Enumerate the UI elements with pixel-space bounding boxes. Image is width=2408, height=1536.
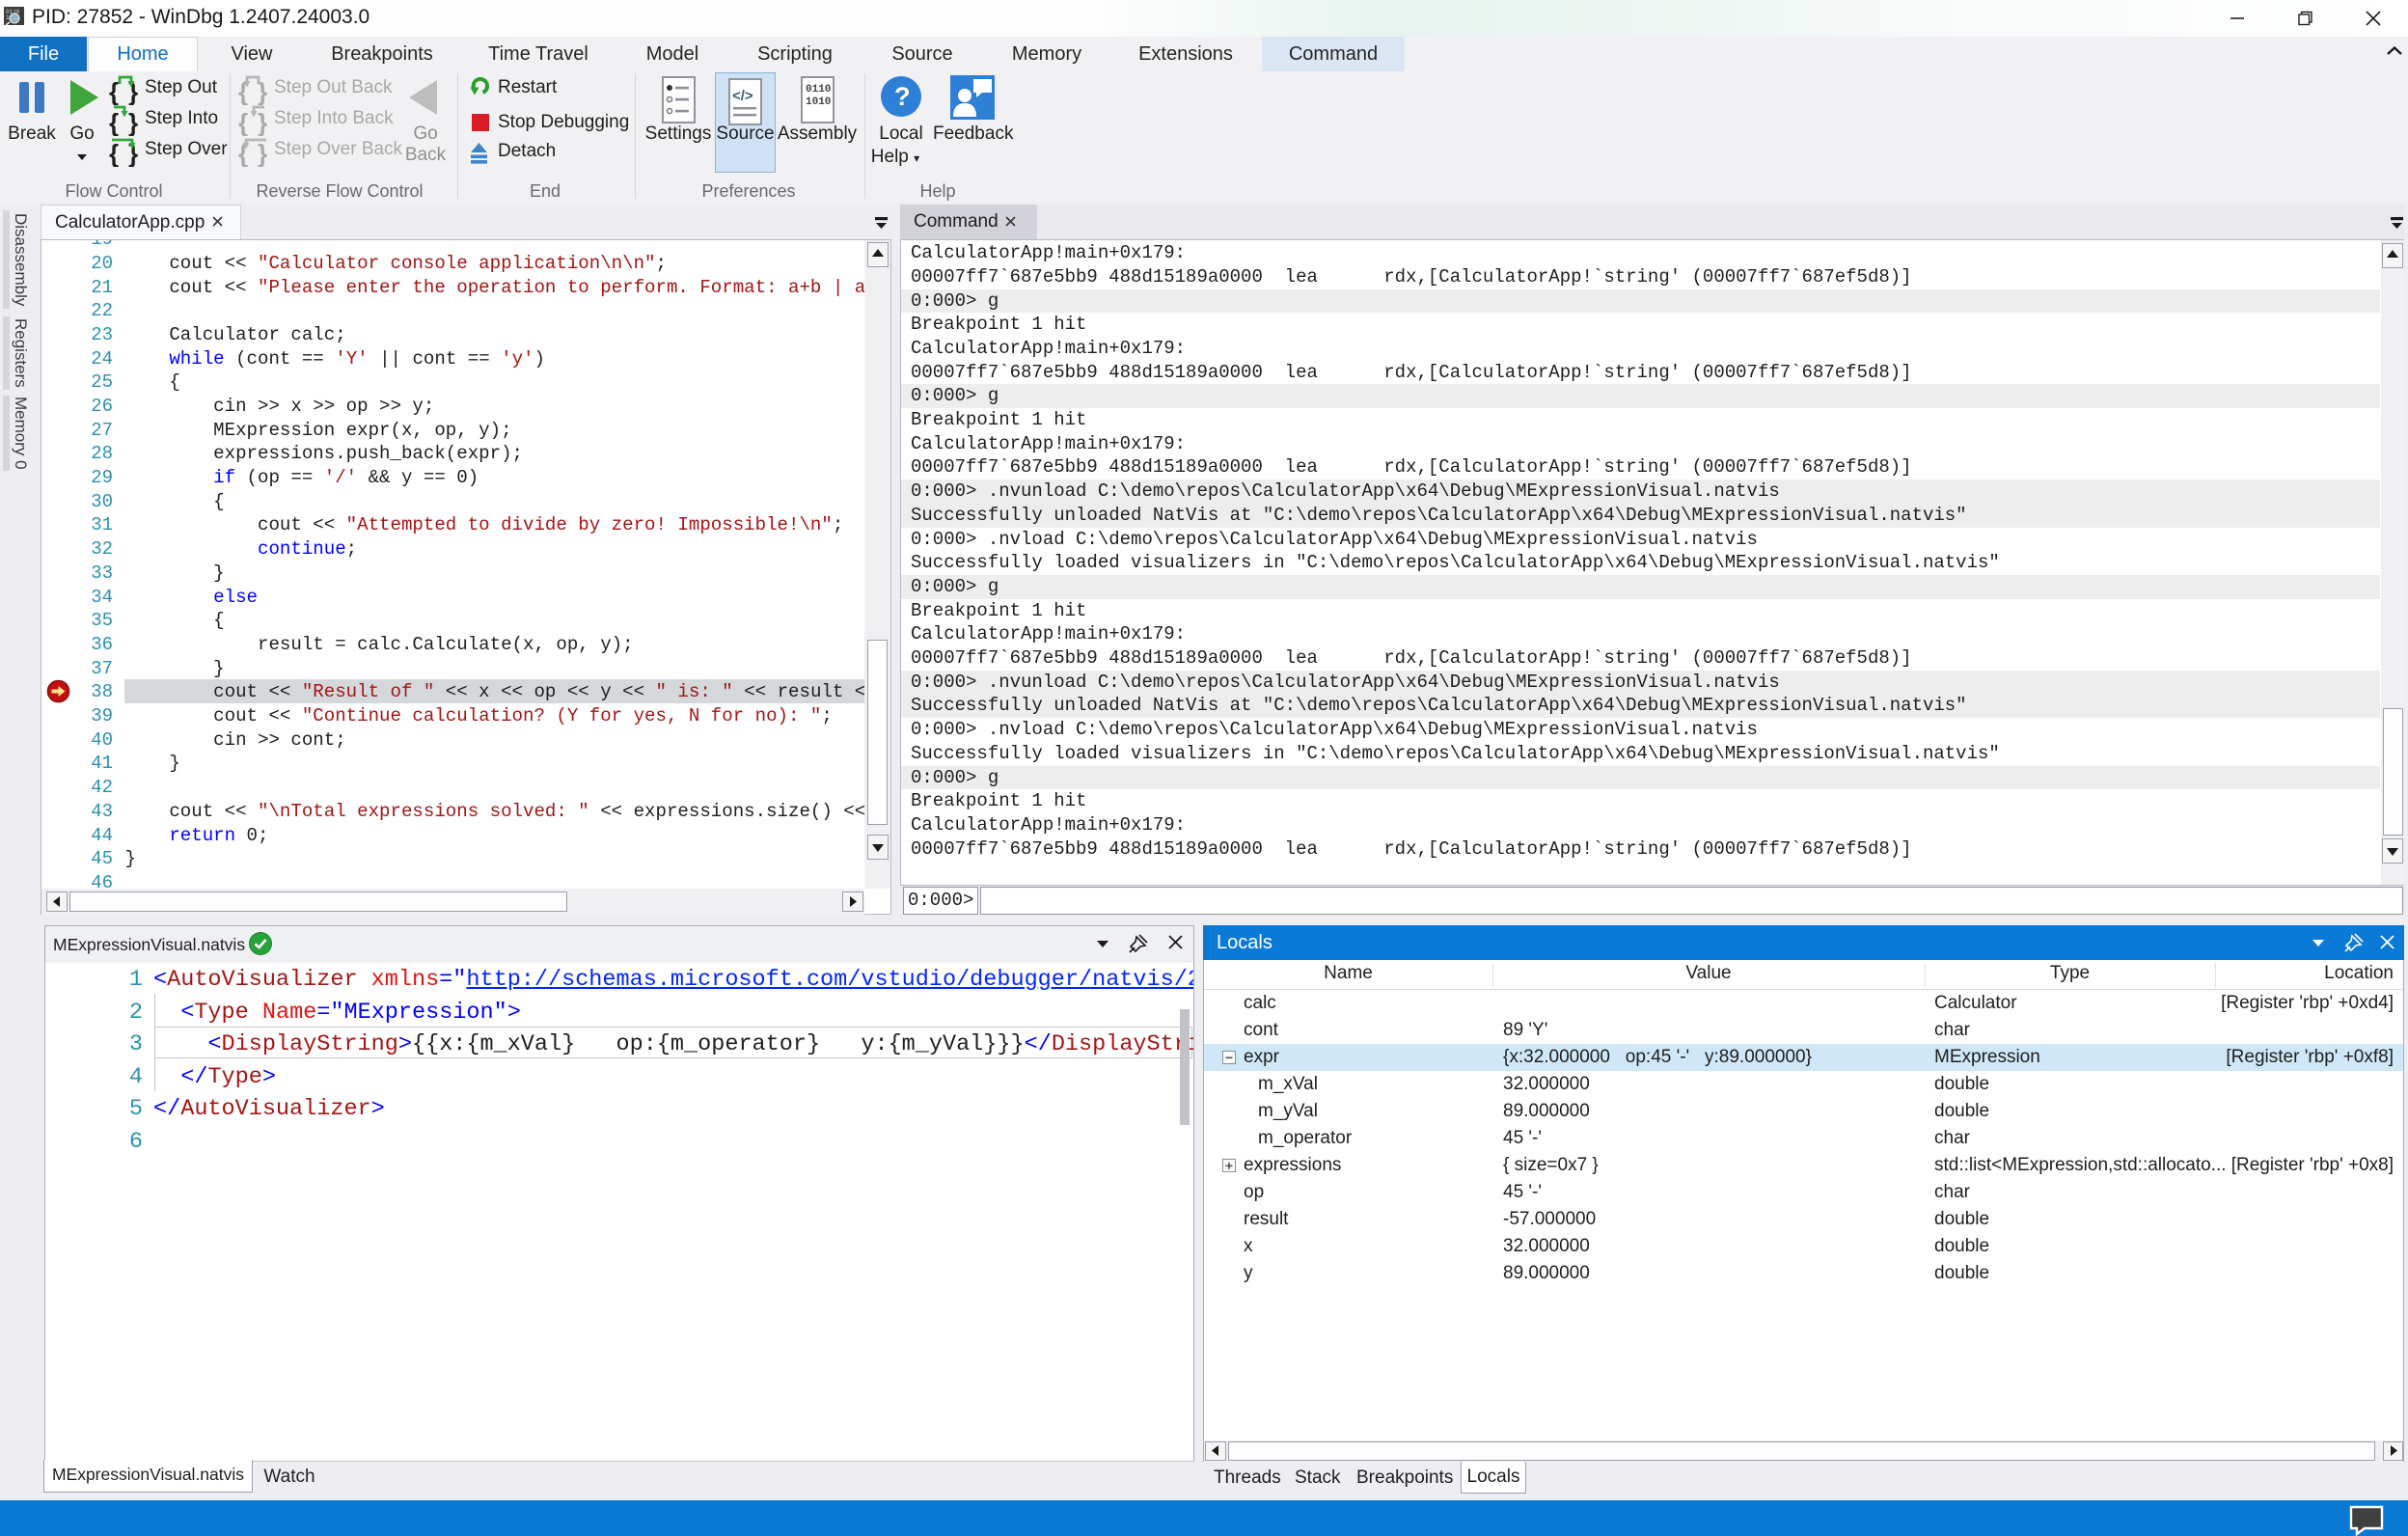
svg-text:{: { bbox=[109, 108, 119, 136]
svg-text:{: { bbox=[238, 108, 248, 136]
svg-text:}: } bbox=[258, 139, 267, 167]
svg-text:1010: 1010 bbox=[806, 96, 831, 108]
svg-text:</>: </> bbox=[732, 88, 753, 104]
svg-text:0110: 0110 bbox=[806, 84, 831, 96]
svg-text:?: ? bbox=[894, 82, 911, 111]
svg-text:}: } bbox=[258, 108, 267, 136]
svg-text:{: { bbox=[109, 139, 119, 167]
svg-text:}: } bbox=[128, 108, 138, 136]
svg-text:{: { bbox=[109, 77, 119, 105]
